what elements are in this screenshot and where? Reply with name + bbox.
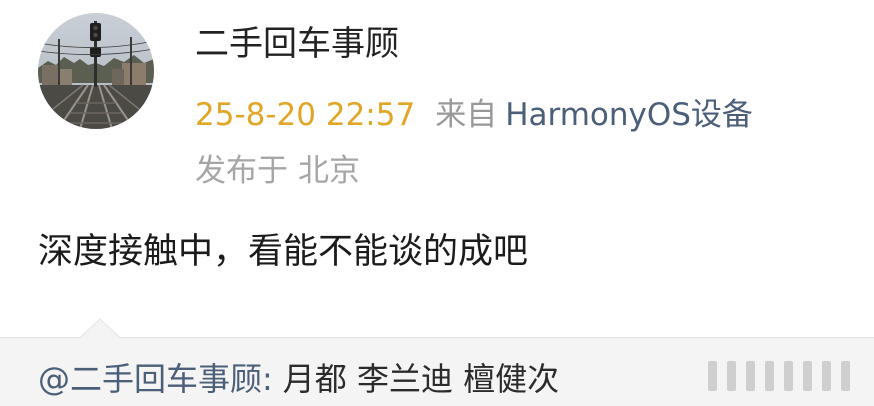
repost-content: @二手回车事顾: 月都 李兰迪 檀健次 bbox=[38, 358, 559, 400]
post-meta: 25-8-20 22:57 来自 HarmonyOS设备 bbox=[195, 94, 753, 136]
truncated-text-fade bbox=[708, 346, 874, 406]
post-location: 发布于 北京 bbox=[195, 150, 360, 192]
repost-section[interactable]: @二手回车事顾: 月都 李兰迪 檀健次 bbox=[0, 337, 874, 406]
fade-bar bbox=[841, 361, 850, 391]
username[interactable]: 二手回车事顾 bbox=[195, 22, 399, 66]
fade-bar bbox=[765, 361, 774, 391]
repost-colon: : bbox=[262, 360, 273, 398]
fade-bar bbox=[822, 361, 831, 391]
source-prefix: 来自 bbox=[435, 97, 498, 133]
post-text: 深度接触中，看能不能谈的成吧 bbox=[38, 232, 529, 272]
source-device-link[interactable]: HarmonyOS设备 bbox=[505, 97, 753, 133]
location-city: 北京 bbox=[298, 153, 360, 189]
user-avatar[interactable] bbox=[38, 13, 154, 129]
fade-bar bbox=[727, 361, 736, 391]
repost-pointer bbox=[80, 318, 120, 338]
fade-bar bbox=[708, 361, 717, 391]
railway-track-icon bbox=[38, 13, 154, 129]
weibo-post-card: 二手回车事顾 25-8-20 22:57 来自 HarmonyOS设备 发布于 北京 … bbox=[0, 0, 874, 318]
repost-mention-link[interactable]: @二手回车事顾 bbox=[38, 360, 262, 398]
repost-text: 月都 李兰迪 檀健次 bbox=[282, 360, 560, 398]
post-timestamp: 25-8-20 22:57 bbox=[195, 97, 416, 133]
location-label: 发布于 bbox=[195, 153, 288, 189]
fade-bar bbox=[803, 361, 812, 391]
fade-bar bbox=[746, 361, 755, 391]
fade-bar bbox=[784, 361, 793, 391]
